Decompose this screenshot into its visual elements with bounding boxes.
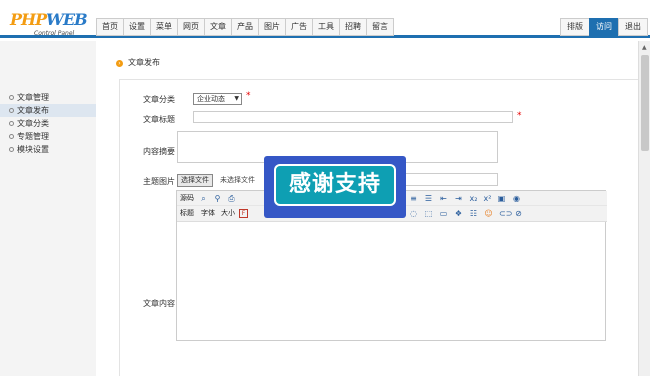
nav-logout[interactable]: 退出 [618, 18, 648, 36]
bullet-icon [9, 134, 14, 139]
font-dropdown[interactable]: 字体 [201, 206, 215, 221]
breadcrumb: › 文章发布 [116, 57, 160, 68]
title-label: 文章标题 [143, 115, 175, 124]
source-button[interactable]: 源码 [180, 191, 194, 206]
emoticon-icon[interactable]: ☺ [484, 209, 493, 218]
size-dropdown[interactable]: 大小 [221, 206, 235, 221]
flash-icon[interactable]: ❖ [454, 209, 463, 218]
nav-settings[interactable]: 设置 [123, 18, 150, 36]
nav-tools[interactable]: 工具 [312, 18, 339, 36]
superscript-icon[interactable]: x² [483, 194, 492, 203]
select-all-icon[interactable]: ⬚ [424, 209, 433, 218]
nav-pages[interactable]: 网页 [177, 18, 204, 36]
sidebar-item-label: 文章管理 [17, 93, 49, 102]
file-status: 未选择文件 [220, 176, 255, 184]
ordered-list-icon[interactable]: ≡ [409, 194, 418, 203]
chevron-down-icon: ▼ [234, 95, 239, 102]
template-icon[interactable]: ▣ [497, 194, 506, 203]
heading-dropdown[interactable]: 标题 [180, 206, 194, 221]
hr-icon[interactable]: ☷ [469, 209, 478, 218]
image-label: 主题图片 [143, 177, 175, 186]
scrollbar-thumb[interactable] [641, 55, 649, 151]
nav-layout[interactable]: 排版 [560, 18, 589, 36]
thanks-popup-text: 感谢支持 [288, 172, 381, 197]
summary-label: 内容摘要 [143, 147, 175, 156]
about-icon[interactable]: ◉ [512, 194, 521, 203]
sidebar-item-label: 模块设置 [17, 145, 49, 154]
unlink-icon[interactable]: ⊘ [514, 209, 523, 218]
logo: PHP WEB Control Panel [10, 10, 90, 40]
bullet-icon [9, 147, 14, 152]
nav-articles[interactable]: 文章 [204, 18, 231, 36]
outdent-icon[interactable]: ⇤ [439, 194, 448, 203]
logo-subtitle: Control Panel [34, 30, 75, 37]
title-input[interactable] [193, 111, 513, 123]
top-bar: PHP WEB Control Panel 首页 设置 菜单 网页 文章 产品 … [0, 0, 650, 38]
nav-products[interactable]: 产品 [231, 18, 258, 36]
bullet-icon [9, 121, 14, 126]
vertical-scrollbar[interactable]: ▲ [638, 41, 650, 376]
link-icon[interactable]: ⊂⊃ [499, 209, 512, 218]
find-icon[interactable]: ⌕ [199, 194, 208, 203]
category-select[interactable]: 企业动态 ▼ [193, 93, 242, 105]
sidebar-item-topic-manage[interactable]: 专题管理 [0, 130, 96, 143]
category-select-value: 企业动态 [197, 95, 225, 103]
indent-icon[interactable]: ⇥ [454, 194, 463, 203]
sidebar-item-label: 文章分类 [17, 119, 49, 128]
sidebar-item-module-settings[interactable]: 模块设置 [0, 143, 96, 156]
required-mark: * [246, 91, 251, 101]
sidebar-item-article-manage[interactable]: 文章管理 [0, 91, 96, 104]
arrow-right-icon: › [116, 60, 123, 67]
scroll-up-icon[interactable]: ▲ [642, 44, 647, 51]
category-label: 文章分类 [143, 95, 175, 104]
bullet-icon [9, 108, 14, 113]
nav-menu[interactable]: 菜单 [150, 18, 177, 36]
sidebar-item-label: 文章发布 [17, 106, 49, 115]
zoom-icon[interactable]: ⚲ [213, 194, 222, 203]
nav-images[interactable]: 图片 [258, 18, 285, 36]
nav-home[interactable]: 首页 [96, 18, 123, 36]
sidebar-item-article-category[interactable]: 文章分类 [0, 117, 96, 130]
thanks-popup-inner: 感谢支持 [274, 164, 396, 206]
sidebar-item-article-publish[interactable]: 文章发布 [0, 104, 96, 117]
sidebar: 文章管理 文章发布 文章分类 专题管理 模块设置 [0, 41, 96, 376]
nav-jobs[interactable]: 招聘 [339, 18, 366, 36]
nav-ads[interactable]: 广告 [285, 18, 312, 36]
comment-icon[interactable]: ◌ [409, 209, 418, 218]
content-label: 文章内容 [143, 299, 175, 308]
logo-web: WEB [46, 10, 88, 29]
sidebar-item-label: 专题管理 [17, 132, 49, 141]
nav-messages[interactable]: 留言 [366, 18, 394, 36]
sidebar-list: 文章管理 文章发布 文章分类 专题管理 模块设置 [0, 91, 96, 156]
unordered-list-icon[interactable]: ☰ [424, 194, 433, 203]
right-nav: 排版 访问 退出 [560, 18, 648, 36]
text-color-icon[interactable]: F [239, 209, 248, 218]
subscript-icon[interactable]: x₂ [469, 194, 478, 203]
thanks-popup[interactable]: 感谢支持 [264, 156, 406, 218]
breadcrumb-title: 文章发布 [128, 58, 160, 67]
choose-file-button[interactable]: 选择文件 [177, 174, 213, 187]
table-icon[interactable]: ▭ [439, 209, 448, 218]
logo-php: PHP [10, 10, 47, 29]
bullet-icon [9, 95, 14, 100]
top-nav: 首页 设置 菜单 网页 文章 产品 图片 广告 工具 招聘 留言 [96, 18, 394, 36]
nav-visit[interactable]: 访问 [589, 18, 618, 36]
required-mark: * [517, 111, 522, 121]
print-icon[interactable]: ⎙ [227, 194, 236, 203]
